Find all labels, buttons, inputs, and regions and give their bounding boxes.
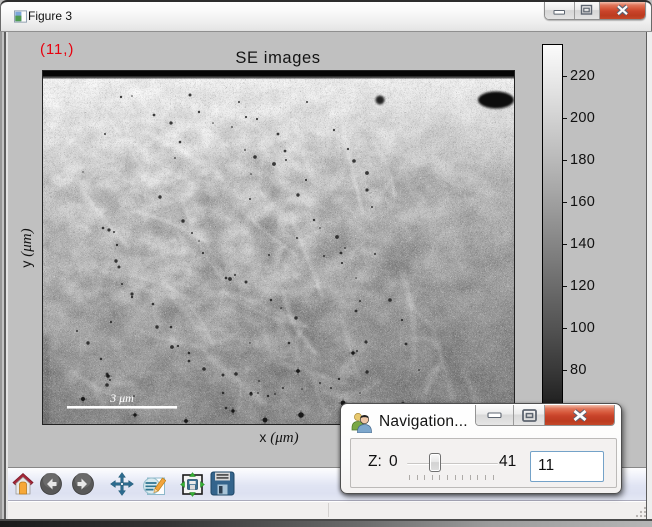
svg-text:3 μm: 3 μm bbox=[109, 391, 134, 405]
